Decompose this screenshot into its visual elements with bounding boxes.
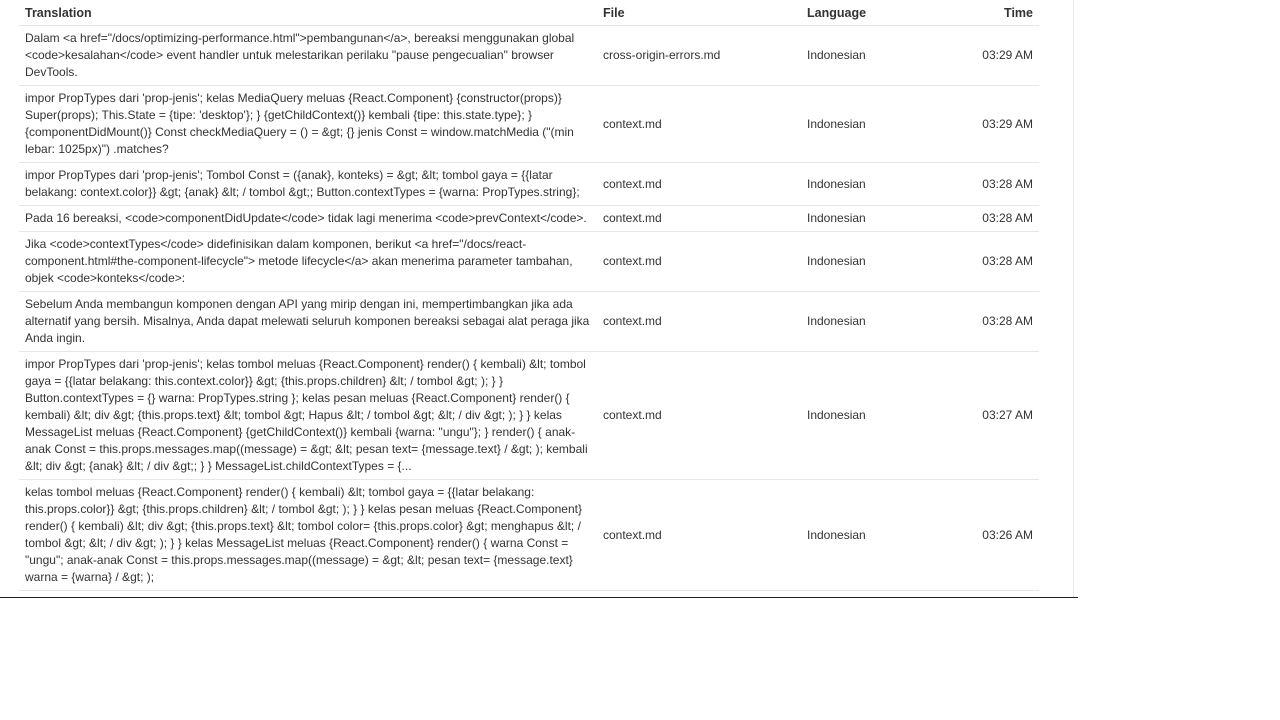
time-cell: 03:28 AM <box>951 205 1039 232</box>
table-body: Dalam <a href="/docs/optimizing-performa… <box>19 25 1039 591</box>
translation-cell[interactable]: Pada 16 bereaksi, <code>componentDidUpda… <box>19 205 597 232</box>
time-cell: 03:26 AM <box>951 479 1039 591</box>
panel-divider <box>1073 0 1074 597</box>
header-row: Translation File Language Time <box>19 0 1039 26</box>
language-cell: Indonesian <box>801 291 951 352</box>
file-cell: context.md <box>597 205 801 232</box>
language-cell: Indonesian <box>801 85 951 163</box>
file-cell: context.md <box>597 231 801 292</box>
language-cell: Indonesian <box>801 231 951 292</box>
translation-cell[interactable]: impor PropTypes dari 'prop-jenis'; kelas… <box>19 351 597 480</box>
file-cell: cross-origin-errors.md <box>597 25 801 86</box>
time-cell: 03:28 AM <box>951 162 1039 206</box>
time-cell: 03:29 AM <box>951 85 1039 163</box>
table-row[interactable]: Sebelum Anda membangun komponen dengan A… <box>19 291 1039 352</box>
translation-cell[interactable]: Sebelum Anda membangun komponen dengan A… <box>19 291 597 352</box>
column-header-file[interactable]: File <box>597 0 801 26</box>
table-row[interactable]: impor PropTypes dari 'prop-jenis'; kelas… <box>19 351 1039 480</box>
table-row[interactable]: impor PropTypes dari 'prop-jenis'; kelas… <box>19 85 1039 163</box>
translation-cell[interactable]: Dalam <a href="/docs/optimizing-performa… <box>19 25 597 86</box>
time-cell: 03:29 AM <box>951 25 1039 86</box>
file-cell: context.md <box>597 162 801 206</box>
language-cell: Indonesian <box>801 25 951 86</box>
time-cell: 03:28 AM <box>951 291 1039 352</box>
file-cell: context.md <box>597 85 801 163</box>
time-cell: 03:28 AM <box>951 231 1039 292</box>
translations-table: Translation File Language Time Dalam <a … <box>19 0 1039 591</box>
translation-cell[interactable]: impor PropTypes dari 'prop-jenis'; Tombo… <box>19 162 597 206</box>
table-row[interactable]: impor PropTypes dari 'prop-jenis'; Tombo… <box>19 162 1039 206</box>
table-row[interactable]: Dalam <a href="/docs/optimizing-performa… <box>19 25 1039 86</box>
file-cell: context.md <box>597 291 801 352</box>
translation-cell[interactable]: kelas tombol meluas {React.Component} re… <box>19 479 597 591</box>
table-row[interactable]: Pada 16 bereaksi, <code>componentDidUpda… <box>19 205 1039 232</box>
table-row[interactable]: Jika <code>contextTypes</code> didefinis… <box>19 231 1039 292</box>
time-cell: 03:27 AM <box>951 351 1039 480</box>
column-header-translation[interactable]: Translation <box>19 0 597 26</box>
table-row[interactable]: kelas tombol meluas {React.Component} re… <box>19 479 1039 591</box>
language-cell: Indonesian <box>801 351 951 480</box>
translation-cell[interactable]: Jika <code>contextTypes</code> didefinis… <box>19 231 597 292</box>
column-header-time[interactable]: Time <box>951 0 1039 26</box>
table-header: Translation File Language Time <box>19 0 1039 26</box>
column-header-language[interactable]: Language <box>801 0 951 26</box>
translation-cell[interactable]: impor PropTypes dari 'prop-jenis'; kelas… <box>19 85 597 163</box>
language-cell: Indonesian <box>801 205 951 232</box>
file-cell: context.md <box>597 479 801 591</box>
translations-panel: Translation File Language Time Dalam <a … <box>0 0 1078 598</box>
language-cell: Indonesian <box>801 479 951 591</box>
file-cell: context.md <box>597 351 801 480</box>
language-cell: Indonesian <box>801 162 951 206</box>
